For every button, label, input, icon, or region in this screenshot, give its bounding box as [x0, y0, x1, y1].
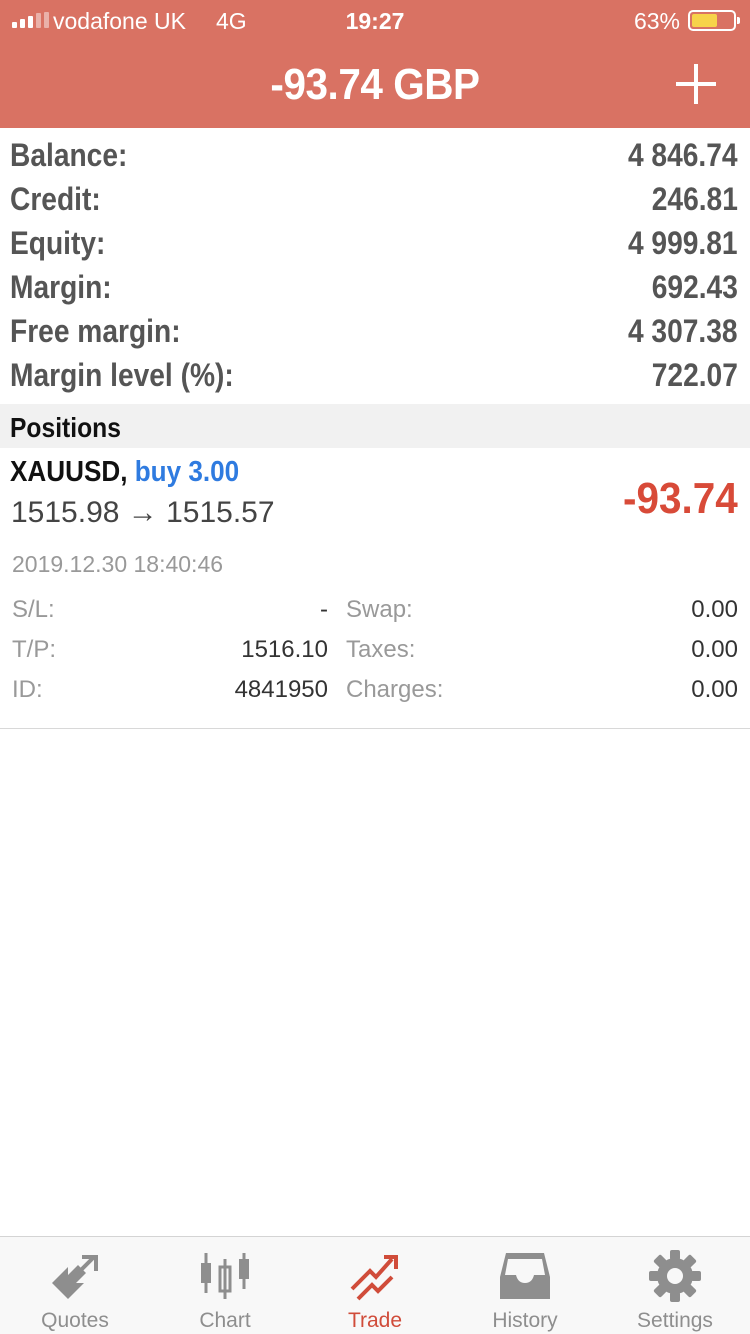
- tab-history[interactable]: History: [450, 1237, 600, 1334]
- summary-value: 692.43: [651, 269, 738, 305]
- position-symbol-line: XAUUSD, buy 3.00: [10, 456, 239, 489]
- detail-label: Taxes:: [346, 636, 416, 663]
- quotes-arrows-icon: [52, 1255, 98, 1299]
- header-bar: vodafone UK 4G 19:27 63% -93.74 GBP: [0, 0, 750, 128]
- battery-fill: [692, 14, 717, 27]
- position-details: S/L: - Swap: 0.00 T/P: 1516.10 Taxes: 0.…: [0, 588, 750, 708]
- detail-label: Swap:: [346, 596, 413, 623]
- position-profit: -93.74: [623, 474, 738, 523]
- plus-icon[interactable]: [676, 64, 716, 104]
- summary-value: 4 846.74: [628, 137, 738, 173]
- position-prices: 1515.98 → 1515.57: [11, 496, 275, 529]
- battery-icon: [688, 10, 740, 31]
- detail-row: S/L: - Swap: 0.00: [0, 588, 750, 628]
- summary-row-balance: Balance: 4 846.74: [0, 133, 750, 177]
- tab-label: Quotes: [41, 1309, 109, 1332]
- position-row[interactable]: XAUUSD, buy 3.00 1515.98 → 1515.57 -93.7…: [0, 448, 750, 729]
- detail-row: ID: 4841950 Charges: 0.00: [0, 668, 750, 708]
- tab-label: History: [492, 1309, 558, 1332]
- summary-value: 4 999.81: [628, 225, 738, 261]
- detail-value: 4841950: [234, 676, 328, 703]
- status-bar: vodafone UK 4G 19:27 63%: [0, 0, 750, 40]
- tab-label: Chart: [199, 1309, 251, 1332]
- tab-chart[interactable]: Chart: [150, 1237, 300, 1334]
- tab-label: Trade: [347, 1309, 403, 1332]
- detail-label: Charges:: [346, 676, 444, 703]
- account-profit-title: -93.74 GBP: [270, 60, 480, 109]
- summary-value: 722.07: [651, 357, 738, 393]
- summary-label: Margin:: [10, 269, 112, 305]
- detail-value: 0.00: [691, 636, 738, 663]
- positions-section-header: Positions: [0, 404, 750, 448]
- detail-label: T/P:: [12, 636, 57, 663]
- summary-label: Balance:: [10, 137, 128, 173]
- detail-row: T/P: 1516.10 Taxes: 0.00: [0, 628, 750, 668]
- tab-bar: Quotes Chart Trade History Settings: [0, 1236, 750, 1334]
- position-symbol: XAUUSD,: [10, 456, 128, 488]
- summary-label: Credit:: [10, 181, 101, 217]
- detail-value: 1516.10: [241, 636, 328, 663]
- summary-row-credit: Credit: 246.81: [0, 177, 750, 221]
- gear-icon: [649, 1250, 701, 1302]
- summary-label: Free margin:: [10, 313, 181, 349]
- tab-trade[interactable]: Trade: [300, 1237, 450, 1334]
- battery-percent: 63%: [633, 8, 680, 34]
- summary-value: 246.81: [651, 181, 738, 217]
- summary-label: Equity:: [10, 225, 106, 261]
- detail-value: -: [320, 596, 328, 623]
- tab-label: Settings: [637, 1309, 713, 1332]
- candlestick-icon: [201, 1253, 249, 1299]
- summary-value: 4 307.38: [628, 313, 738, 349]
- tab-quotes[interactable]: Quotes: [0, 1237, 150, 1334]
- trade-trend-icon: [350, 1255, 398, 1301]
- positions-title: Positions: [10, 412, 121, 443]
- summary-row-margin: Margin: 692.43: [0, 265, 750, 309]
- detail-label: S/L:: [12, 596, 55, 623]
- summary-label: Margin level (%):: [10, 357, 234, 393]
- detail-value: 0.00: [691, 676, 738, 703]
- detail-value: 0.00: [691, 596, 738, 623]
- account-summary: Balance: 4 846.74 Credit: 246.81 Equity:…: [0, 133, 750, 397]
- summary-row-margin-level: Margin level (%): 722.07: [0, 353, 750, 397]
- detail-label: ID:: [12, 676, 43, 703]
- summary-row-free-margin: Free margin: 4 307.38: [0, 309, 750, 353]
- inbox-tray-icon: [500, 1253, 550, 1299]
- position-open-time: 2019.12.30 18:40:46: [12, 551, 224, 577]
- summary-row-equity: Equity: 4 999.81: [0, 221, 750, 265]
- tab-settings[interactable]: Settings: [600, 1237, 750, 1334]
- position-direction: buy 3.00: [134, 456, 240, 488]
